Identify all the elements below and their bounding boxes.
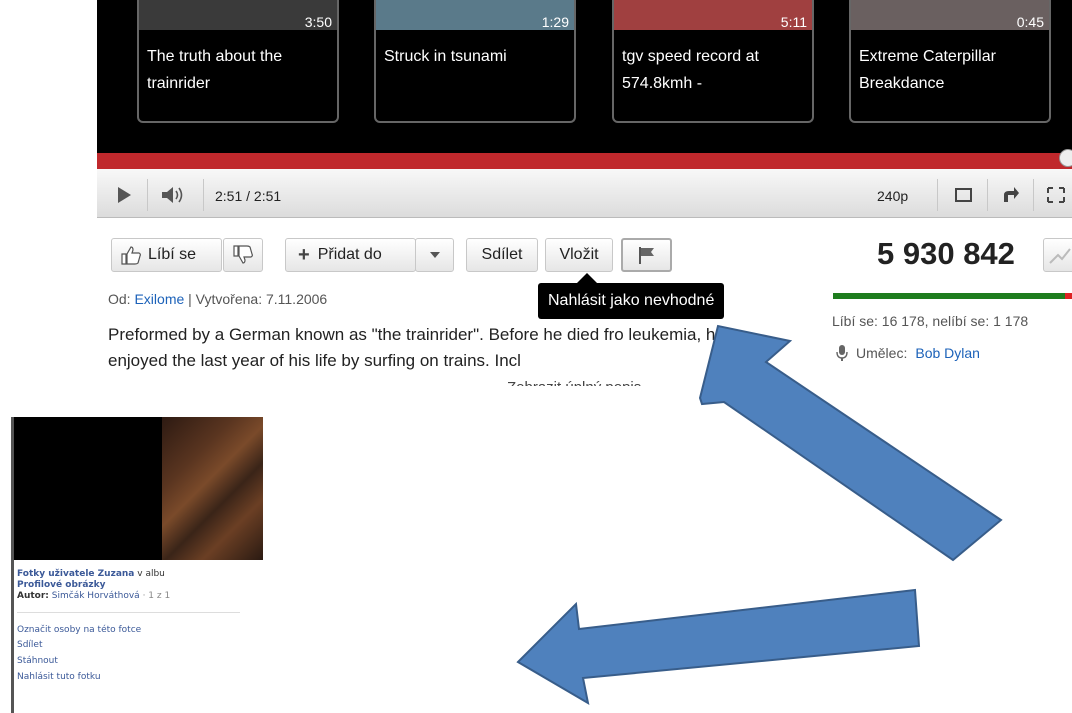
arrow-to-facebook — [516, 588, 921, 705]
annotation-arrows — [516, 324, 1003, 705]
arrow-to-tooltip — [698, 324, 1003, 562]
